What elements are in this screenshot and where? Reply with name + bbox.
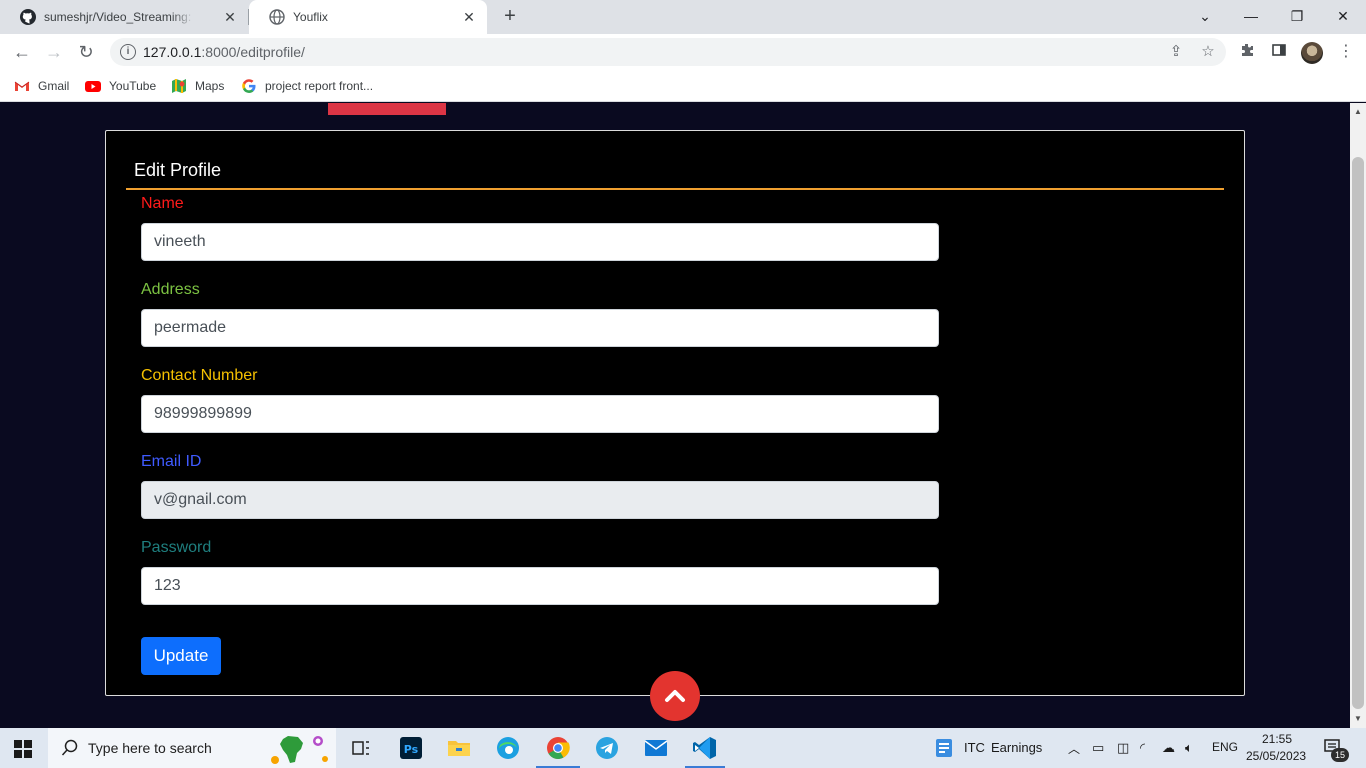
file-explorer-icon[interactable] bbox=[445, 734, 473, 762]
page-viewport: Edit Profile Name Address Contact Number… bbox=[0, 103, 1350, 728]
telegram-app-icon[interactable] bbox=[593, 734, 621, 762]
onedrive-cloud-icon[interactable]: ☁ bbox=[1162, 740, 1175, 756]
svg-text:Ps: Ps bbox=[404, 743, 419, 756]
bookmark-label: project report front... bbox=[265, 79, 374, 93]
address-input[interactable] bbox=[141, 309, 939, 347]
forward-arrow-icon[interactable]: → bbox=[41, 39, 67, 65]
contact-number-label: Contact Number bbox=[141, 367, 258, 384]
task-view-icon[interactable] bbox=[347, 734, 375, 762]
bookmark-label: Gmail bbox=[38, 79, 70, 93]
gmail-icon bbox=[14, 81, 30, 91]
volume-icon[interactable]: 🔈︎ bbox=[1185, 740, 1193, 756]
bookmark-project-report[interactable]: project report front... bbox=[241, 77, 373, 95]
name-input[interactable] bbox=[141, 223, 939, 261]
stock-widget-icon[interactable] bbox=[930, 734, 958, 762]
chevron-up-icon bbox=[665, 690, 685, 702]
share-icon[interactable]: ⇪ bbox=[1167, 43, 1185, 61]
language-indicator[interactable]: ENG bbox=[1212, 740, 1238, 754]
edit-profile-card: Edit Profile Name Address Contact Number… bbox=[105, 130, 1245, 696]
wifi-icon[interactable]: ◜ bbox=[1140, 740, 1145, 756]
notification-count-badge: 15 bbox=[1331, 748, 1349, 762]
scroll-up-arrow-icon[interactable]: ▲ bbox=[1353, 107, 1363, 117]
bookmark-youtube[interactable]: YouTube bbox=[85, 77, 156, 95]
tab-search-chevron-icon[interactable]: ⌄ bbox=[1192, 4, 1218, 28]
site-info-icon[interactable]: i bbox=[120, 44, 136, 60]
taskbar-search-box[interactable]: Type here to search bbox=[48, 728, 336, 768]
photoshop-app-icon[interactable]: Ps bbox=[397, 734, 425, 762]
minimize-window-icon[interactable]: — bbox=[1238, 4, 1264, 28]
bookmark-maps[interactable]: Maps bbox=[171, 77, 224, 95]
bookmark-star-icon[interactable]: ☆ bbox=[1199, 43, 1217, 61]
search-placeholder: Type here to search bbox=[88, 740, 212, 756]
url-path: :8000/editprofile/ bbox=[201, 44, 305, 60]
windows-start-icon[interactable] bbox=[14, 740, 32, 758]
scroll-down-arrow-icon[interactable]: ▼ bbox=[1353, 714, 1363, 724]
extensions-puzzle-icon[interactable] bbox=[1237, 42, 1257, 62]
page-title: Edit Profile bbox=[134, 160, 222, 180]
new-tab-button[interactable]: + bbox=[499, 6, 521, 28]
chrome-app-icon[interactable] bbox=[544, 734, 572, 762]
address-bar[interactable]: i 127.0.0.1:8000/editprofile/ ⇪ ☆ bbox=[110, 38, 1226, 66]
stock-ticker[interactable]: ITC bbox=[964, 740, 985, 755]
browser-tab-github[interactable]: sumeshjr/Video_Streaming: Onlin ✕ bbox=[0, 0, 248, 34]
bookmark-label: Maps bbox=[195, 79, 225, 93]
search-icon bbox=[61, 739, 78, 756]
globe-icon bbox=[269, 9, 285, 25]
bookmark-gmail[interactable]: Gmail bbox=[14, 77, 69, 95]
battery-icon[interactable]: ▭ bbox=[1092, 740, 1104, 756]
close-window-icon[interactable]: ✕ bbox=[1330, 4, 1356, 28]
nav-accent-bar bbox=[328, 103, 446, 115]
vscode-app-icon[interactable] bbox=[691, 734, 719, 762]
close-tab-icon[interactable]: ✕ bbox=[461, 9, 477, 25]
reload-icon[interactable]: ↻ bbox=[73, 39, 99, 65]
email-input[interactable] bbox=[141, 481, 939, 519]
search-highlight-africa-icon bbox=[271, 736, 328, 764]
clock-time[interactable]: 21:55 bbox=[1262, 732, 1292, 746]
maps-icon bbox=[172, 79, 186, 93]
tab-title: sumeshjr/Video_Streaming: Onlin bbox=[44, 10, 194, 24]
mail-app-icon[interactable] bbox=[642, 734, 670, 762]
restore-window-icon[interactable]: ❐ bbox=[1284, 4, 1310, 28]
browser-toolbar: ← → ↻ i 127.0.0.1:8000/editprofile/ ⇪ ☆ … bbox=[0, 34, 1366, 70]
bookmarks-bar: Gmail YouTube Maps project report front.… bbox=[0, 70, 1366, 102]
url-host: 127.0.0.1 bbox=[143, 44, 202, 60]
close-tab-icon[interactable]: ✕ bbox=[222, 9, 238, 25]
youtube-icon bbox=[85, 81, 101, 92]
google-icon bbox=[242, 79, 256, 93]
tab-title: Youflix bbox=[293, 10, 328, 24]
vertical-scrollbar[interactable]: ▲ ▼ bbox=[1350, 103, 1366, 728]
scrollbar-thumb[interactable] bbox=[1352, 157, 1364, 709]
windows-taskbar: Type here to search Ps ITC Earnings ︿ ▭ … bbox=[0, 728, 1366, 768]
address-url: 127.0.0.1:8000/editprofile/ bbox=[143, 44, 305, 60]
contact-number-input[interactable] bbox=[141, 395, 939, 433]
scroll-to-top-button[interactable] bbox=[650, 671, 700, 721]
chrome-menu-icon[interactable]: ⋮ bbox=[1336, 42, 1356, 62]
update-button[interactable]: Update bbox=[141, 637, 221, 675]
browser-tab-strip: sumeshjr/Video_Streaming: Onlin ✕ Youfli… bbox=[0, 0, 1366, 34]
bookmark-label: YouTube bbox=[109, 79, 157, 93]
profile-avatar[interactable] bbox=[1301, 42, 1323, 64]
password-label: Password bbox=[141, 539, 212, 556]
side-panel-icon[interactable] bbox=[1269, 42, 1289, 62]
back-arrow-icon[interactable]: ← bbox=[9, 39, 35, 65]
browser-tab-youflix[interactable]: Youflix ✕ bbox=[249, 0, 487, 34]
email-label: Email ID bbox=[141, 453, 202, 470]
show-hidden-icons-chevron-icon[interactable]: ︿ bbox=[1068, 740, 1080, 757]
camera-icon[interactable]: ◫ bbox=[1117, 740, 1129, 756]
address-label: Address bbox=[141, 281, 200, 298]
stock-status[interactable]: Earnings bbox=[991, 740, 1042, 755]
edge-browser-icon[interactable] bbox=[494, 734, 522, 762]
clock-date[interactable]: 25/05/2023 bbox=[1246, 749, 1306, 763]
password-input[interactable] bbox=[141, 567, 939, 605]
github-icon bbox=[20, 9, 36, 25]
title-divider bbox=[126, 188, 1224, 190]
name-label: Name bbox=[141, 195, 184, 212]
